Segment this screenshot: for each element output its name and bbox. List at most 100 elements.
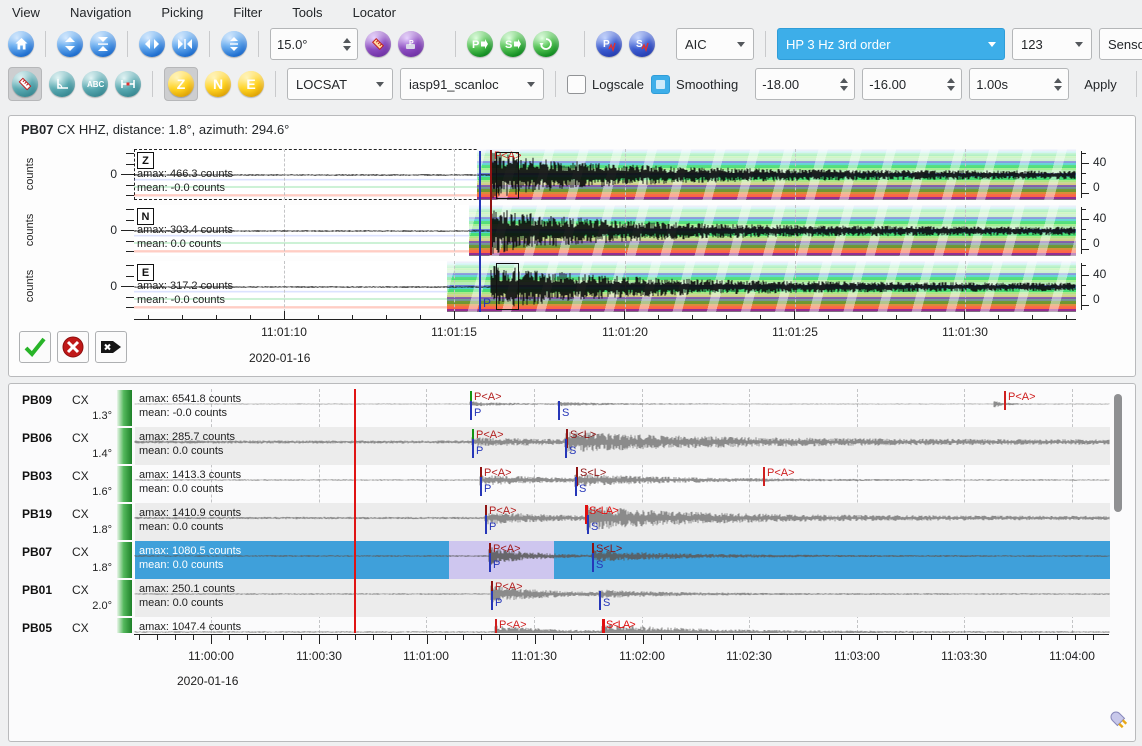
time-axis-tick <box>182 315 183 319</box>
menu-item-tools[interactable]: Tools <box>292 5 322 20</box>
time-axis-tick <box>391 634 392 640</box>
time-window-tool-icon[interactable] <box>115 71 141 97</box>
menu-item-picking[interactable]: Picking <box>161 5 203 20</box>
network-code: CX <box>72 621 89 633</box>
locator-select[interactable]: LOCSAT <box>287 68 393 100</box>
svg-text:P: P <box>472 39 479 51</box>
spin-arrows[interactable] <box>840 78 848 91</box>
labels-tool-icon[interactable]: ABC <box>82 71 108 97</box>
pick-line-lower <box>592 553 594 572</box>
date-label: 2020-01-16 <box>177 674 238 688</box>
filter-select[interactable]: HP 3 Hz 3rd order <box>777 28 1005 60</box>
freq-axis-line <box>1081 207 1082 254</box>
window-length-spinbox[interactable]: 1.00s <box>969 68 1069 100</box>
freq-axis-tick <box>1081 163 1089 164</box>
pick-s-phase-icon[interactable]: S <box>500 31 526 57</box>
y-axis-units-label: counts <box>24 213 36 247</box>
component-z-pressed[interactable]: Z <box>164 67 198 101</box>
spin-arrows[interactable] <box>343 38 351 51</box>
freq-max-label: 40 <box>1093 267 1106 281</box>
trace-row-pb01[interactable]: PB01CX2.0°amax: 250.1 countsmean: 0.0 co… <box>10 579 1134 617</box>
time-axis-tick <box>841 634 842 640</box>
zoom-angle-spinbox[interactable]: 15.0° <box>270 28 358 60</box>
y-axis-tick <box>126 297 134 298</box>
component-e-icon[interactable]: E <box>238 71 264 97</box>
goto-pick-icon[interactable] <box>533 31 559 57</box>
freq-axis-tick <box>1081 219 1089 220</box>
trace-row-pb07[interactable]: PB07CX1.8°amax: 1080.5 countsmean: 0.0 c… <box>10 541 1134 579</box>
trace-z[interactable]: Zamax: 466.3 countsmean: -0.0 counts <box>134 149 1076 200</box>
quality-bar <box>117 618 132 633</box>
p-onset-icon[interactable]: P <box>596 31 622 57</box>
pick-label-lower: S <box>603 597 610 609</box>
menu-item-locator[interactable]: Locator <box>353 5 396 20</box>
v-expand-glyph <box>64 37 76 51</box>
menu-item-navigation[interactable]: Navigation <box>70 5 131 20</box>
time-expand-icon[interactable] <box>139 31 165 57</box>
pick-line-lower <box>599 591 601 610</box>
home-icon[interactable] <box>8 31 34 57</box>
distance-label: 1.3° <box>50 410 112 422</box>
measure-ruler-icon[interactable] <box>365 31 391 57</box>
channel-count-value: 123 <box>1021 37 1067 52</box>
pick-label-lower: S <box>579 483 586 495</box>
pick-p-phase-icon[interactable]: P <box>467 31 493 57</box>
spectrogram-max-spinbox[interactable]: -16.00 <box>862 68 962 100</box>
spectrogram-min-spinbox[interactable]: -18.00 <box>755 68 855 100</box>
time-compress-icon[interactable] <box>172 31 198 57</box>
component-z-icon: Z <box>168 71 194 97</box>
time-axis-tick <box>913 634 914 640</box>
profile-select[interactable]: iasp91_scanloc <box>400 68 544 100</box>
trace-row-pb09[interactable]: PB09CX1.3°amax: 6541.8 countsmean: -0.0 … <box>10 389 1134 427</box>
trace-row-pb19[interactable]: PB19CX1.8°amax: 1410.9 countsmean: 0.0 c… <box>10 503 1134 541</box>
time-axis-tick <box>1021 634 1022 640</box>
freq-min-label: 0 <box>1093 236 1100 250</box>
time-axis-line <box>134 319 1076 320</box>
distance-label: 2.0° <box>50 600 112 612</box>
component-n-icon[interactable]: N <box>205 71 231 97</box>
time-axis-line <box>134 634 1109 635</box>
svg-text:ABC: ABC <box>87 80 105 89</box>
angle-tool-icon[interactable] <box>49 71 75 97</box>
smoothing-checkbox[interactable] <box>651 75 670 94</box>
amplitude-compress-icon[interactable] <box>90 31 116 57</box>
menu-item-filter[interactable]: Filter <box>233 5 262 20</box>
vertical-scrollbar[interactable] <box>1114 394 1122 512</box>
channel-count-select[interactable]: 123 <box>1012 28 1092 60</box>
pick-line-lower <box>491 591 493 610</box>
cancel-pick-button[interactable] <box>57 331 89 363</box>
apply-button[interactable]: Apply <box>1076 73 1125 96</box>
sensor-select[interactable]: Sensor <box>1099 28 1142 60</box>
spin-arrows[interactable] <box>1054 78 1062 91</box>
spin-arrows[interactable] <box>947 78 955 91</box>
s-onset-icon[interactable]: S <box>629 31 655 57</box>
trace-row-pb05[interactable]: PB05CXamax: 1047.4 countsP<A>S<LA> <box>10 617 1134 633</box>
check-icon <box>24 337 46 357</box>
amplitude-expand-icon[interactable] <box>57 31 83 57</box>
skip-forward-button[interactable] <box>95 331 127 363</box>
pick-label-lower: P <box>484 483 491 495</box>
menu-item-view[interactable]: View <box>12 5 40 20</box>
picker-algorithm-select[interactable]: AIC <box>676 28 754 60</box>
picker-meta: CX HHZ, distance: 1.8°, azimuth: 294.6° <box>57 122 289 137</box>
chevron-down-icon <box>1075 42 1083 47</box>
time-axis-tick <box>607 634 608 640</box>
pick-label-lower: P <box>489 521 496 533</box>
trace-rows-viewport[interactable]: PB09CX1.3°amax: 6541.8 countsmean: -0.0 … <box>10 389 1134 633</box>
time-axis-tick <box>522 315 523 319</box>
pick-label-upper: S<L> <box>596 543 622 555</box>
trace-n[interactable]: Namax: 303.4 countsmean: 0.0 counts <box>134 205 1076 256</box>
trace-row-pb06[interactable]: PB06CX1.4°amax: 285.7 countsmean: 0.0 co… <box>10 427 1134 465</box>
time-axis-tick <box>1003 634 1004 640</box>
pick-polarity-icon[interactable]: P <box>398 31 424 57</box>
logscale-checkbox[interactable] <box>567 75 586 94</box>
amplitude-auto-scale-icon[interactable] <box>221 31 247 57</box>
time-tick-label: 11:01:15 <box>431 325 477 339</box>
trace-row-pb03[interactable]: PB03CX1.6°amax: 1413.3 countsmean: 0.0 c… <box>10 465 1134 503</box>
time-axis-tick <box>409 634 410 640</box>
trace-e[interactable]: Eamax: 317.2 countsmean: -0.0 counts <box>134 261 1076 312</box>
spectrogram-toggle-pressed[interactable] <box>8 67 42 101</box>
confirm-pick-button[interactable] <box>19 331 51 363</box>
origin-time-line <box>354 389 356 633</box>
y-axis-tick <box>126 251 134 252</box>
